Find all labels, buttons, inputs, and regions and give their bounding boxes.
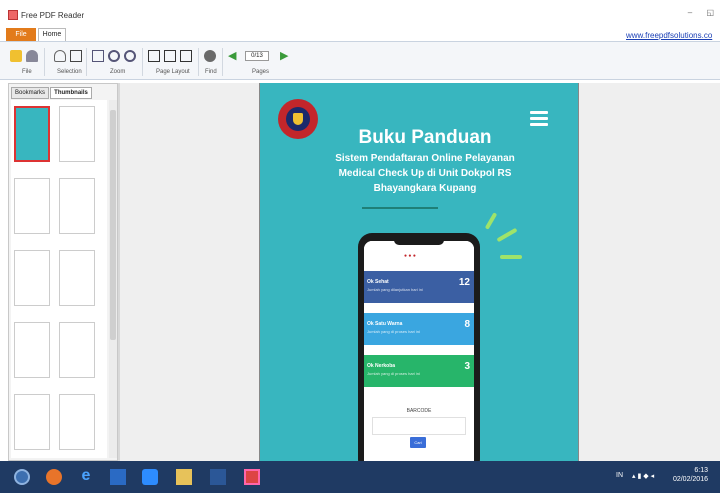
window-controls[interactable]: – ◱: [688, 8, 720, 17]
pdf-page: Buku Panduan Sistem Pendaftaran Online P…: [259, 83, 579, 461]
find-icon[interactable]: [204, 50, 216, 62]
group-label-pages: Pages: [252, 69, 270, 75]
previous-page-icon[interactable]: ◀: [228, 50, 240, 62]
firefox-icon[interactable]: [46, 469, 62, 485]
thumbnail-page-6[interactable]: [59, 250, 95, 306]
zoom-out-icon[interactable]: [124, 50, 136, 62]
title-bar: Free PDF Reader – ◱: [0, 0, 720, 28]
start-button-icon[interactable]: [14, 469, 30, 485]
ribbon-toolbar: File Selection Zoom Page Layout Find ◀ 0…: [0, 41, 720, 80]
thumbnail-page-1[interactable]: [14, 106, 50, 162]
group-label-find: Find: [205, 69, 217, 75]
thumbnail-page-10[interactable]: [59, 394, 95, 450]
thumbnail-scrollbar[interactable]: [109, 100, 117, 458]
tab-bookmarks[interactable]: Bookmarks: [11, 87, 49, 99]
title-underline: [362, 207, 438, 209]
pdf-reader-taskbar-icon[interactable]: [244, 469, 260, 485]
document-title: Buku Panduan: [358, 127, 492, 148]
thumbnail-page-3[interactable]: [14, 178, 50, 234]
tab-file[interactable]: File: [6, 28, 36, 41]
zoom-in-icon[interactable]: [108, 50, 120, 62]
system-clock[interactable]: 6:13 02/02/2016: [673, 466, 708, 484]
sidebar-panel: Bookmarks Thumbnails: [8, 83, 118, 461]
facing-page-icon[interactable]: [180, 50, 192, 62]
thumbnail-page-7[interactable]: [14, 322, 50, 378]
internet-explorer-icon[interactable]: e: [78, 468, 94, 485]
thumbnail-list[interactable]: [11, 100, 107, 458]
zoom-area-icon[interactable]: [92, 50, 104, 62]
thumbnail-page-9[interactable]: [14, 394, 50, 450]
language-indicator[interactable]: IN: [616, 472, 623, 479]
hamburger-menu-icon: [530, 111, 548, 114]
print-icon[interactable]: [26, 50, 38, 62]
thumbnail-page-4[interactable]: [59, 178, 95, 234]
group-label-selection: Selection: [57, 69, 82, 75]
document-subtitle: Sistem Pendaftaran Online Pelayanan Medi…: [335, 153, 515, 194]
group-label-page-layout: Page Layout: [156, 69, 190, 75]
group-label-zoom: Zoom: [110, 69, 126, 75]
file-explorer-icon[interactable]: [176, 469, 192, 485]
stat-card: Ok Nerkoba Jumlah yang di proses hari in…: [364, 355, 474, 387]
hand-tool-icon[interactable]: [54, 50, 66, 62]
stat-card: Ok Satu Warna Jumlah yang di proses hari…: [364, 313, 474, 345]
thumbnail-page-5[interactable]: [14, 250, 50, 306]
thumbnail-page-2[interactable]: [59, 106, 95, 162]
thumbnail-page-8[interactable]: [59, 322, 95, 378]
decorative-spark: [484, 212, 498, 230]
window-title: Free PDF Reader: [21, 11, 85, 20]
stat-card: Ok Sehat Jumlah yang dilanjutkan hari in…: [364, 271, 474, 303]
search-button: Cari: [410, 437, 426, 448]
document-viewer[interactable]: Buku Panduan Sistem Pendaftaran Online P…: [120, 83, 720, 461]
media-player-icon[interactable]: [110, 469, 126, 485]
tab-thumbnails[interactable]: Thumbnails: [50, 87, 92, 99]
continuous-page-icon[interactable]: [164, 50, 176, 62]
barcode-input: [372, 417, 466, 435]
barcode-label: BARCODE: [406, 408, 432, 414]
select-text-icon[interactable]: [70, 50, 82, 62]
taskbar: e IN ▴ ▮ ◆ ◂ 6:13 02/02/2016: [0, 461, 720, 493]
zoom-app-icon[interactable]: [142, 469, 158, 485]
website-link[interactable]: www.freepdfsolutions.co: [626, 31, 712, 40]
group-label-file: File: [22, 69, 32, 75]
next-page-icon[interactable]: ▶: [280, 50, 292, 62]
phone-screen: ● ● ● Ok Sehat Jumlah yang dilanjutkan h…: [364, 241, 474, 461]
phone-mockup: ● ● ● Ok Sehat Jumlah yang dilanjutkan h…: [358, 233, 480, 461]
tab-home[interactable]: Home: [38, 28, 66, 41]
single-page-icon[interactable]: [148, 50, 160, 62]
word-icon[interactable]: [210, 469, 226, 485]
page-number-field[interactable]: 0/13: [245, 51, 269, 61]
tray-icons[interactable]: ▴ ▮ ◆ ◂: [632, 472, 654, 480]
app-icon: [8, 10, 18, 20]
open-folder-icon[interactable]: [10, 50, 22, 62]
